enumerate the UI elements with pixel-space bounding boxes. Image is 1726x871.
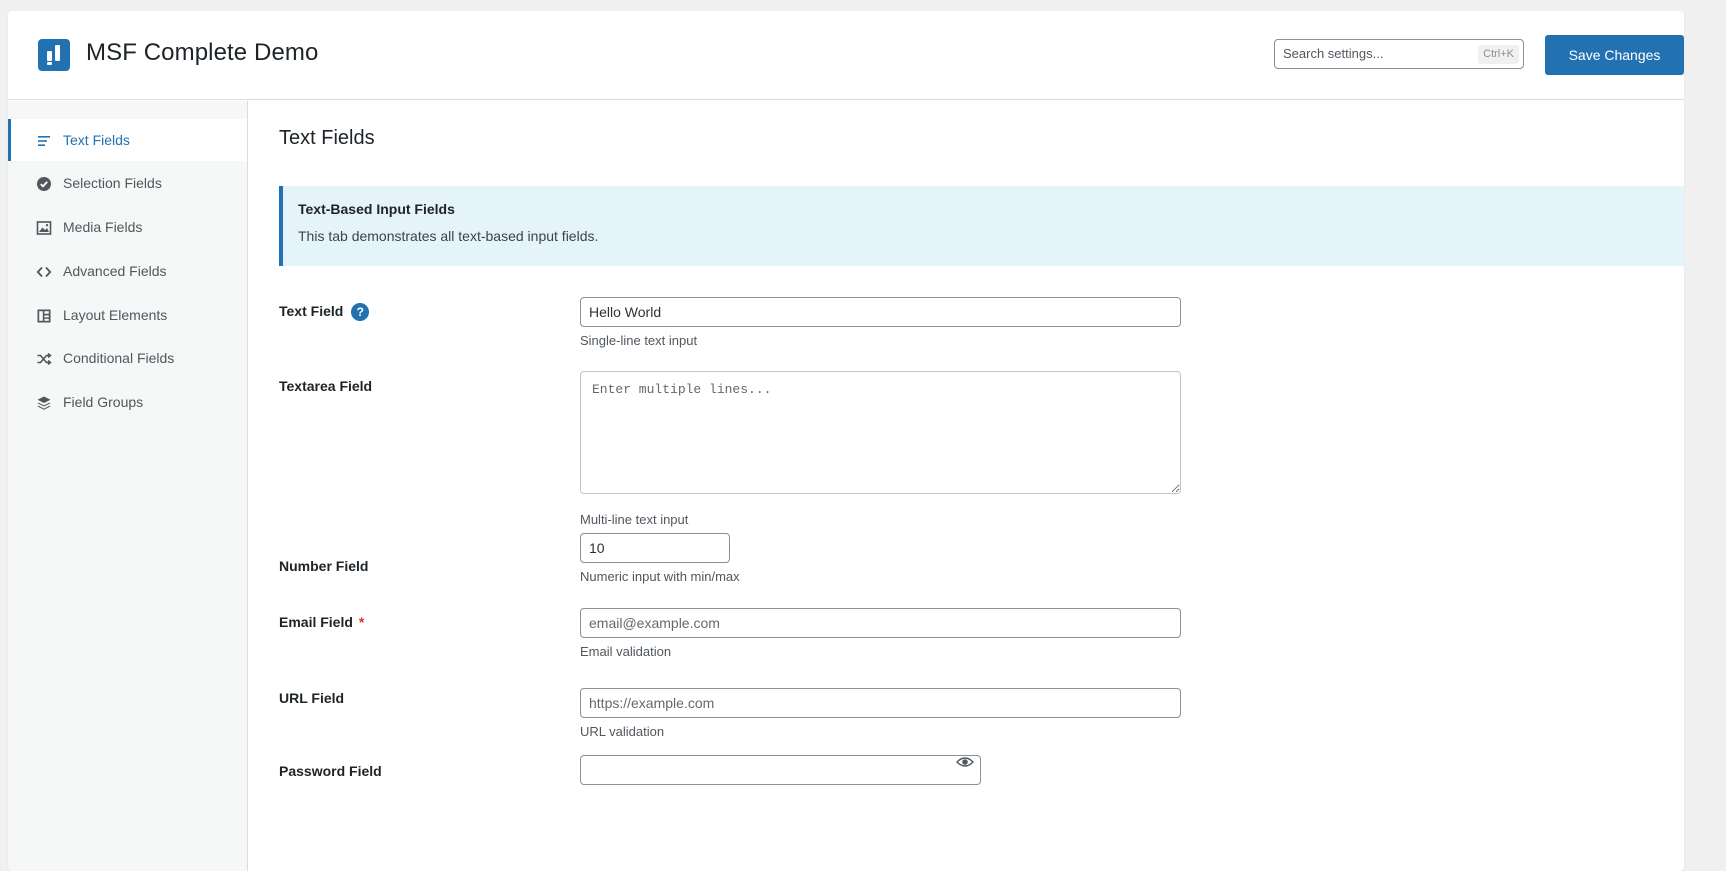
show-password-eye-icon[interactable]: [956, 755, 974, 769]
email-field-label: Email Field *: [279, 614, 364, 630]
app-title: MSF Complete Demo: [86, 39, 319, 66]
sidebar-item-advanced-fields[interactable]: Advanced Fields: [8, 250, 247, 292]
sidebar-item-label: Selection Fields: [63, 175, 162, 191]
sidebar-item-conditional-fields[interactable]: Conditional Fields: [8, 337, 247, 379]
notice-text: This tab demonstrates all text-based inp…: [298, 228, 599, 244]
number-field-label: Number Field: [279, 558, 369, 574]
email-field-input[interactable]: [580, 608, 1181, 638]
shortcut-hint: Ctrl+K: [1478, 45, 1519, 64]
text-field-label: Text Field?: [279, 303, 370, 322]
number-field-input[interactable]: [580, 533, 730, 563]
image-icon: [36, 221, 52, 235]
page-title: Text Fields: [279, 127, 375, 149]
code-icon: [36, 266, 52, 278]
password-field-label: Password Field: [279, 763, 382, 779]
layout-icon: [37, 309, 51, 323]
app-logo-icon: [38, 39, 70, 71]
help-icon[interactable]: ?: [351, 303, 370, 322]
header: MSF Complete Demo Ctrl+K Save Changes: [8, 11, 1684, 100]
text-field-input[interactable]: [580, 297, 1181, 327]
number-field-description: Numeric input with min/max: [580, 569, 740, 584]
sidebar-item-label: Field Groups: [63, 394, 144, 410]
sidebar: Text Fields Selection Fields Media Field…: [8, 101, 248, 871]
sidebar-item-label: Media Fields: [63, 219, 143, 235]
text-lines-icon: [38, 136, 50, 146]
password-field-input[interactable]: [580, 755, 981, 785]
email-field-description: Email validation: [580, 644, 672, 659]
search-box[interactable]: Ctrl+K: [1274, 39, 1524, 69]
sidebar-item-text-fields[interactable]: Text Fields: [8, 119, 247, 161]
textarea-field-input[interactable]: [580, 371, 1181, 494]
info-notice: Text-Based Input Fields This tab demonst…: [279, 186, 1684, 266]
sidebar-item-layout-elements[interactable]: Layout Elements: [8, 294, 247, 336]
search-input[interactable]: [1283, 46, 1463, 61]
sidebar-item-field-groups[interactable]: Field Groups: [8, 381, 247, 423]
text-field-label-text: Text Field: [279, 303, 344, 319]
sidebar-item-label: Layout Elements: [63, 307, 168, 323]
url-field-input[interactable]: [580, 688, 1181, 718]
shuffle-icon: [37, 352, 52, 366]
textarea-field-description: Multi-line text input: [580, 512, 689, 527]
email-field-label-text: Email Field: [279, 614, 353, 630]
sidebar-item-selection-fields[interactable]: Selection Fields: [8, 162, 247, 204]
sidebar-item-label: Conditional Fields: [63, 350, 175, 366]
url-field-label: URL Field: [279, 690, 345, 706]
layers-icon: [37, 396, 51, 410]
required-marker: *: [358, 614, 365, 630]
notice-title: Text-Based Input Fields: [298, 201, 455, 217]
save-changes-button[interactable]: Save Changes: [1545, 35, 1684, 75]
url-field-description: URL validation: [580, 724, 665, 739]
sidebar-item-label: Advanced Fields: [63, 263, 167, 279]
app-window: MSF Complete Demo Ctrl+K Save Changes Te…: [8, 11, 1684, 871]
sidebar-item-media-fields[interactable]: Media Fields: [8, 206, 247, 248]
check-circle-icon: [37, 177, 51, 191]
textarea-field-label: Textarea Field: [279, 378, 373, 394]
text-field-description: Single-line text input: [580, 333, 698, 348]
sidebar-item-label: Text Fields: [63, 132, 130, 148]
